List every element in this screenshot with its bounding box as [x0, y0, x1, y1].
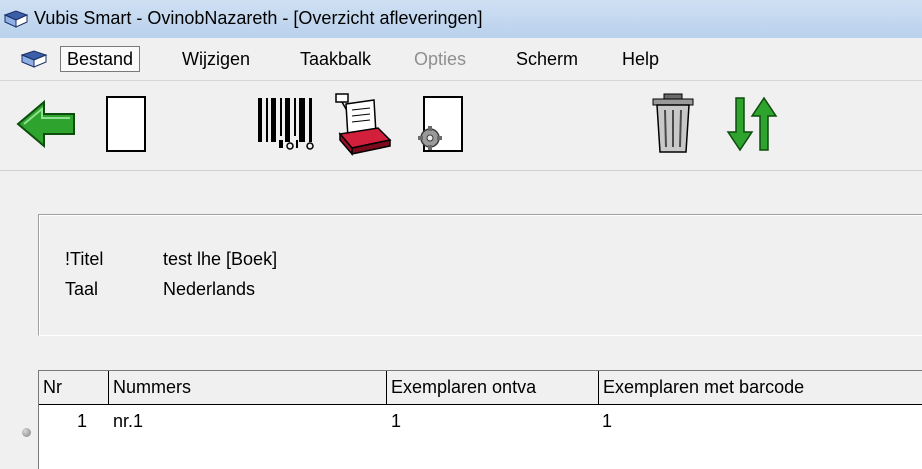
menu-scherm[interactable]: Scherm	[510, 47, 584, 71]
cell-nummers: nr.1	[113, 411, 144, 431]
new-document-icon[interactable]	[104, 94, 148, 154]
title-bar: Vubis Smart - OvinobNazareth - [Overzich…	[0, 0, 922, 39]
app-book-icon	[3, 10, 29, 28]
menu-wijzigen[interactable]: Wijzigen	[176, 47, 256, 71]
trash-icon[interactable]	[650, 92, 696, 156]
record-info-panel: !Titel test lhe [Boek] Taal Nederlands	[38, 214, 922, 336]
language-label: Taal	[65, 279, 99, 299]
cell-nr: 1	[77, 411, 88, 431]
title-label: !Titel	[65, 249, 104, 269]
cell-exemplaren-ontvangen: 1	[391, 411, 402, 431]
column-header-nummers[interactable]: Nummers	[109, 371, 387, 405]
toolbar-divider	[0, 170, 922, 171]
column-header-exemplaren-barcode[interactable]: Exemplaren met barcode	[599, 371, 922, 405]
document-settings-icon[interactable]	[414, 94, 466, 156]
menu-bestand[interactable]: Bestand	[60, 46, 141, 72]
title-value: test lhe [Boek]	[163, 249, 278, 269]
column-header-nr[interactable]: Nr	[39, 371, 109, 405]
app-book-icon[interactable]	[20, 48, 48, 70]
back-arrow-icon[interactable]	[14, 98, 78, 150]
print-receipt-icon[interactable]	[330, 90, 394, 158]
issues-table: Nr Nummers Exemplaren ontva Exemplaren m…	[38, 370, 922, 469]
sort-arrows-icon[interactable]	[722, 94, 778, 154]
menu-taakbalk[interactable]: Taakbalk	[294, 47, 377, 71]
row-selector-icon[interactable]	[22, 428, 31, 437]
window-title: Vubis Smart - OvinobNazareth - [Overzich…	[34, 8, 483, 28]
cell-exemplaren-barcode: 1	[602, 411, 613, 431]
barcode-icon[interactable]	[254, 94, 318, 154]
menu-bar: Bestand Wijzigen Taakbalk Opties Scherm …	[0, 38, 922, 81]
language-value: Nederlands	[163, 279, 256, 299]
toolbar	[0, 82, 922, 168]
column-header-exemplaren-ontvangen[interactable]: Exemplaren ontva	[387, 371, 599, 405]
menu-help[interactable]: Help	[616, 47, 665, 71]
menu-opties[interactable]: Opties	[408, 47, 472, 71]
